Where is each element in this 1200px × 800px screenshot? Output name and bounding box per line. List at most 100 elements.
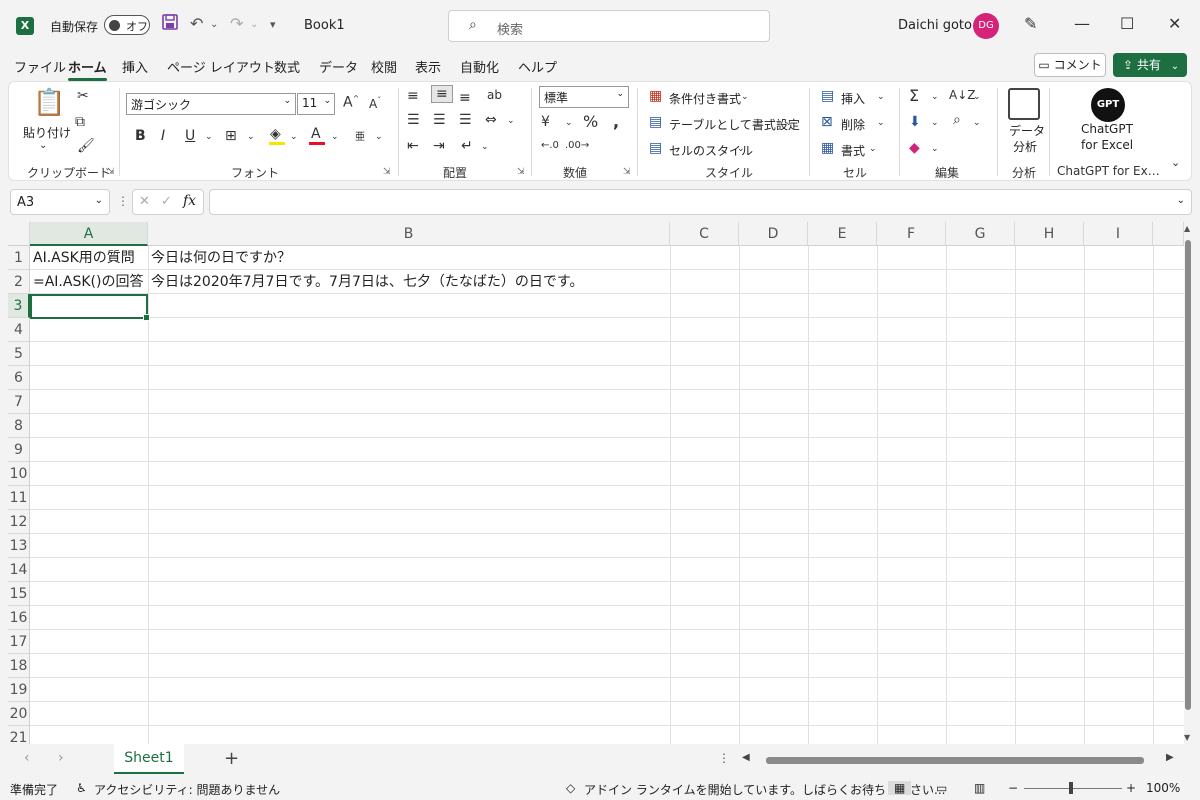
bold-button[interactable]: B — [135, 128, 146, 144]
zoom-out-icon[interactable]: − — [1008, 781, 1018, 795]
find-select-icon[interactable]: ⌕ — [953, 112, 961, 128]
row-header[interactable]: 14 — [8, 558, 30, 582]
tab-formulas[interactable]: 数式 — [274, 57, 300, 76]
cell-b1[interactable]: 今日は何の日ですか？ — [151, 246, 291, 270]
insert-dropdown-icon[interactable]: ⌄ — [877, 92, 885, 102]
percent-icon[interactable]: % — [583, 112, 598, 131]
enter-icon[interactable]: ✓ — [161, 194, 172, 209]
row-header[interactable]: 7 — [8, 390, 30, 414]
delete-cells-button[interactable]: 削除 — [841, 116, 865, 133]
tab-automate[interactable]: 自動化 — [460, 57, 499, 76]
paste-label[interactable]: 貼り付け — [23, 124, 71, 141]
share-button[interactable]: ⇪ 共有 ⌄ — [1113, 53, 1187, 77]
format-table-button[interactable]: テーブルとして書式設定 — [669, 116, 800, 133]
increase-indent-icon[interactable]: ⇥ — [433, 138, 445, 154]
align-top-icon[interactable]: ≡ — [407, 88, 419, 104]
paste-icon[interactable]: 📋 — [33, 88, 65, 118]
format-cells-button[interactable]: 書式 — [841, 142, 865, 159]
currency-icon[interactable]: ¥ — [541, 114, 550, 130]
align-center-icon[interactable]: ☰ — [433, 112, 446, 128]
avatar[interactable]: DG — [973, 13, 999, 39]
insert-cells-icon[interactable]: ▤ — [821, 88, 834, 104]
customize-qat-icon[interactable]: ▾ — [270, 18, 276, 31]
zoom-slider[interactable] — [1024, 788, 1122, 789]
row-header[interactable]: 20 — [8, 702, 30, 726]
column-header[interactable]: H — [1015, 222, 1084, 246]
horizontal-scroll-thumb[interactable] — [766, 757, 1144, 764]
align-bottom-icon[interactable]: ≡ — [459, 90, 471, 106]
close-icon[interactable]: ✕ — [1168, 14, 1181, 33]
scroll-up-icon[interactable]: ▲ — [1184, 224, 1190, 233]
analyze-data-label-1[interactable]: データ — [1009, 122, 1045, 139]
row-header[interactable]: 17 — [8, 630, 30, 654]
row-header[interactable]: 1 — [8, 246, 30, 270]
decrease-font-icon[interactable]: Aˇ — [369, 96, 381, 111]
delete-dropdown-icon[interactable]: ⌄ — [877, 118, 885, 128]
add-sheet-icon[interactable]: + — [224, 748, 239, 769]
search-box[interactable]: ⌕ 検索 — [448, 10, 770, 42]
sort-dropdown-icon[interactable]: ⌄ — [973, 92, 981, 102]
column-header[interactable]: I — [1084, 222, 1153, 246]
zoom-level[interactable]: 100% — [1146, 781, 1180, 795]
redo-dropdown-icon[interactable]: ⌄ — [250, 19, 258, 30]
clipboard-launcher-icon[interactable]: ⇲ — [107, 167, 115, 177]
cell-styles-dropdown-icon[interactable]: ⌄ — [737, 144, 745, 154]
number-launcher-icon[interactable]: ⇲ — [623, 167, 631, 177]
comment-button[interactable]: ▭ コメント — [1034, 53, 1106, 77]
column-header[interactable]: B — [148, 222, 670, 246]
phonetic-dropdown-icon[interactable]: ⌄ — [375, 132, 383, 142]
conditional-dropdown-icon[interactable]: ⌄ — [741, 92, 749, 102]
worksheet-grid[interactable]: A B C D E F G H I 1 2 3 4 5 6 7 8 9 10 1… — [8, 222, 1192, 744]
font-color-icon[interactable]: A — [311, 126, 321, 142]
undo-icon[interactable]: ↶ — [190, 14, 203, 33]
column-header[interactable]: E — [808, 222, 877, 246]
active-cell-a3[interactable] — [30, 294, 150, 321]
formula-input[interactable]: ⌄ — [209, 189, 1192, 215]
tab-insert[interactable]: 挿入 — [122, 57, 148, 76]
column-header[interactable]: D — [739, 222, 808, 246]
row-header[interactable]: 6 — [8, 366, 30, 390]
font-launcher-icon[interactable]: ⇲ — [383, 167, 391, 177]
row-header[interactable]: 12 — [8, 510, 30, 534]
ribbon-expand-icon[interactable]: ⌄ — [1171, 156, 1180, 169]
increase-font-icon[interactable]: A^ — [343, 94, 359, 111]
italic-button[interactable]: I — [161, 128, 165, 144]
number-format-dropdown[interactable]: 標準 ⌄ — [539, 86, 629, 108]
sheet-tab[interactable]: Sheet1 — [114, 744, 184, 774]
autosum-icon[interactable]: Σ — [909, 86, 919, 105]
analyze-data-icon[interactable] — [1008, 88, 1040, 120]
save-icon[interactable] — [162, 14, 178, 34]
row-header[interactable]: 19 — [8, 678, 30, 702]
format-table-dropdown-icon[interactable]: ⌄ — [785, 118, 793, 128]
chatgpt-icon[interactable]: GPT — [1091, 88, 1125, 122]
row-header[interactable]: 8 — [8, 414, 30, 438]
wrap-dropdown-icon[interactable]: ⌄ — [481, 142, 489, 152]
merge-dropdown-icon[interactable]: ⌄ — [507, 116, 515, 126]
tab-help[interactable]: ヘルプ — [518, 57, 557, 76]
vertical-scroll-thumb[interactable] — [1185, 240, 1191, 710]
row-header[interactable]: 21 — [8, 726, 30, 744]
cut-icon[interactable]: ✂ — [77, 88, 89, 104]
row-header[interactable]: 15 — [8, 582, 30, 606]
currency-dropdown-icon[interactable]: ⌄ — [565, 118, 573, 128]
user-name[interactable]: Daichi goto — [898, 18, 972, 33]
row-header[interactable]: 2 — [8, 270, 30, 294]
underline-dropdown-icon[interactable]: ⌄ — [205, 132, 213, 142]
chatgpt-label-2[interactable]: for Excel — [1081, 138, 1133, 152]
font-size-dropdown[interactable]: 11 ⌄ — [297, 93, 335, 115]
analyze-data-label-2[interactable]: 分析 — [1013, 138, 1037, 155]
clear-icon[interactable]: ◆ — [909, 140, 920, 156]
cell-styles-icon[interactable]: ▤ — [649, 140, 662, 156]
row-header[interactable]: 4 — [8, 318, 30, 342]
cell-a2[interactable]: =AI.ASK()の回答 — [33, 270, 143, 294]
select-all-corner[interactable] — [8, 222, 30, 246]
cancel-icon[interactable]: ✕ — [139, 194, 150, 209]
tab-data[interactable]: データ — [319, 57, 358, 76]
column-header[interactable]: G — [946, 222, 1015, 246]
phonetic-icon[interactable]: 亜 — [355, 128, 365, 143]
redo-icon[interactable]: ↷ — [230, 14, 243, 33]
insert-cells-button[interactable]: 挿入 — [841, 90, 865, 107]
fill-color-icon[interactable]: ◈ — [270, 126, 281, 142]
fill-dropdown-icon[interactable]: ⌄ — [931, 118, 939, 128]
comma-icon[interactable]: , — [613, 112, 619, 131]
